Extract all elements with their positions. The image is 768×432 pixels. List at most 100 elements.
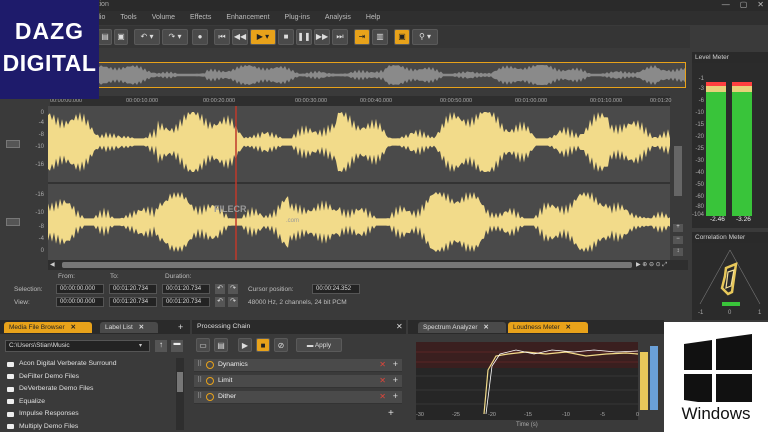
folder-icon (7, 361, 14, 367)
open-chain-icon[interactable]: ▭ (196, 338, 210, 352)
folder-icon (7, 374, 14, 380)
stop-chain-icon[interactable]: ■ (256, 338, 270, 352)
add-icon[interactable]: + (393, 375, 398, 385)
processing-chain-title: Processing Chain (197, 323, 251, 330)
power-icon[interactable] (206, 377, 214, 385)
zoom-tool-button[interactable]: ⚲ ▾ (412, 29, 438, 45)
menu-analysis[interactable]: Analysis (325, 11, 351, 25)
channel-toggle-left[interactable] (6, 140, 20, 148)
zoom-controls[interactable]: ▶ ⊕ ⊖ ⊙ ⤢ (636, 261, 684, 269)
view-mode-icon[interactable]: ▥ (372, 29, 388, 45)
cursor-position-label: Cursor position: (248, 286, 294, 293)
tab-label-list[interactable]: Label List ✕ (100, 322, 158, 333)
zoom-fit-icon[interactable]: ↕ (673, 248, 683, 256)
go-to-end-icon[interactable]: ⏭ (332, 29, 348, 45)
minimize-button[interactable]: — (722, 0, 730, 9)
undo-view-icon[interactable]: ↶ (215, 297, 225, 307)
fast-forward-icon[interactable]: ▶▶ (314, 29, 330, 45)
add-icon[interactable]: + (393, 359, 398, 369)
waveform-overview[interactable] (96, 62, 686, 88)
tab-loudness-meter[interactable]: Loudness Meter ✕ (508, 322, 588, 333)
add-tab-icon[interactable]: + (178, 322, 183, 332)
selection-from-field[interactable]: 00:00:00.000 (56, 284, 104, 294)
menu-enhancement[interactable]: Enhancement (226, 11, 269, 25)
undo-button[interactable]: ↶ ▾ (134, 29, 160, 45)
chevron-down-icon[interactable]: ▾ (139, 342, 142, 349)
remove-icon[interactable]: ✕ (379, 376, 386, 385)
view-label: View: (14, 299, 30, 306)
power-icon[interactable] (206, 361, 214, 369)
analysis-panel: Spectrum Analyzer ✕ Loudness Meter ✕ -30… (408, 320, 664, 432)
list-item[interactable]: Acon Digital Verberate Surround (3, 358, 175, 371)
path-field[interactable]: C:\Users\Stian\Music (5, 340, 150, 352)
tab-media-file-browser[interactable]: Media File Browser ✕ (4, 322, 92, 333)
snap-icon[interactable]: ▣ (394, 29, 410, 45)
list-item[interactable]: Equalize (3, 396, 175, 409)
level-meter-panel: Level Meter -1 -3 -6 -10 -15 -20 -25 -30… (692, 52, 768, 228)
list-item[interactable]: Impulse Responses (3, 408, 175, 421)
menu-help[interactable]: Help (366, 11, 380, 25)
menu-tools[interactable]: Tools (120, 11, 136, 25)
play-button[interactable]: ▶ ▾ (250, 29, 276, 45)
correlation-meter-panel: Correlation Meter -1 0 1 (692, 232, 768, 320)
add-effect-icon[interactable]: + (388, 408, 394, 419)
tab-spectrum-analyzer[interactable]: Spectrum Analyzer ✕ (418, 322, 506, 333)
bypass-icon[interactable]: ⊘ (274, 338, 288, 352)
list-item[interactable]: DeVerberate Demo Files (3, 383, 175, 396)
audio-format-info: 48000 Hz, 2 channels, 24 bit PCM (248, 299, 347, 306)
paste-icon[interactable]: ▤ (98, 29, 112, 45)
play-chain-icon[interactable]: ▶ (238, 338, 252, 352)
chain-item-limit[interactable]: ⠿ Limit ✕ + (194, 375, 402, 388)
horizontal-scrollbar[interactable]: ◀ ▶ ⊕ ⊖ ⊙ ⤢ (48, 260, 688, 270)
cursor-position-field[interactable]: 00:00:24.352 (312, 284, 360, 294)
view-duration-field[interactable]: 00:01:20.734 (162, 297, 210, 307)
menu-effects[interactable]: Effects (190, 11, 211, 25)
redo-selection-icon[interactable]: ↷ (228, 284, 238, 294)
scroll-thumb[interactable] (62, 262, 632, 268)
chain-item-dither[interactable]: ⠿ Dither ✕ + (194, 391, 402, 404)
close-button[interactable]: ✕ (757, 0, 764, 9)
record-icon[interactable]: ● (192, 29, 208, 45)
list-item[interactable]: DeFilter Demo Files (3, 371, 175, 384)
windows-logo: Windows (664, 322, 768, 432)
zoom-in-icon[interactable]: + (673, 224, 683, 232)
maximize-button[interactable]: ▢ (740, 0, 748, 9)
menu-volume[interactable]: Volume (152, 11, 175, 25)
time-axis: -30 -25 -20 -15 -10 -5 0 (416, 412, 640, 418)
close-icon[interactable]: ✕ (396, 322, 403, 331)
save-chain-icon[interactable]: ▤ (214, 338, 228, 352)
rewind-icon[interactable]: ◀◀ (232, 29, 248, 45)
redo-view-icon[interactable]: ↷ (228, 297, 238, 307)
loop-icon[interactable]: ⇥ (354, 29, 370, 45)
parent-folder-icon[interactable]: ↑ (155, 340, 167, 352)
zoom-out-icon[interactable]: − (673, 236, 683, 244)
folder-icon[interactable]: ▬ (171, 340, 183, 352)
waveform-track[interactable]: FILECR .com (48, 106, 670, 260)
redo-button[interactable]: ↷ ▾ (162, 29, 188, 45)
view-to-field[interactable]: 00:01:20.734 (109, 297, 157, 307)
selection-duration-field[interactable]: 00:01:20.734 (162, 284, 210, 294)
windows-icon (684, 334, 752, 402)
file-list-scrollbar[interactable] (176, 358, 184, 430)
menu-plugins[interactable]: Plug-ins (285, 11, 310, 25)
add-icon[interactable]: + (393, 391, 398, 401)
copy-icon[interactable]: ▣ (114, 29, 128, 45)
chain-item-dynamics[interactable]: ⠿ Dynamics ✕ + (194, 359, 402, 372)
pause-icon[interactable]: ❚❚ (296, 29, 312, 45)
right-peak-value: -3.26 (736, 216, 751, 223)
power-icon[interactable] (206, 393, 214, 401)
apply-button[interactable]: ▬ Apply (296, 338, 342, 352)
undo-selection-icon[interactable]: ↶ (215, 284, 225, 294)
selection-to-field[interactable]: 00:01:20.734 (109, 284, 157, 294)
remove-icon[interactable]: ✕ (379, 360, 386, 369)
view-from-field[interactable]: 00:00:00.000 (56, 297, 104, 307)
list-item[interactable]: Multiply Demo Files (3, 421, 175, 432)
stop-icon[interactable]: ■ (278, 29, 294, 45)
remove-icon[interactable]: ✕ (379, 392, 386, 401)
channel-toggle-right[interactable] (6, 218, 20, 226)
ruler-tick: 00:00:10.000 (126, 98, 159, 104)
go-to-start-icon[interactable]: ⏮ (214, 29, 230, 45)
right-channel-meter (732, 82, 752, 216)
timeline-ruler[interactable]: 00:00:00.000 00:00:10.000 00:00:20.000 0… (50, 96, 671, 106)
momentary-loudness-bar (640, 352, 648, 410)
